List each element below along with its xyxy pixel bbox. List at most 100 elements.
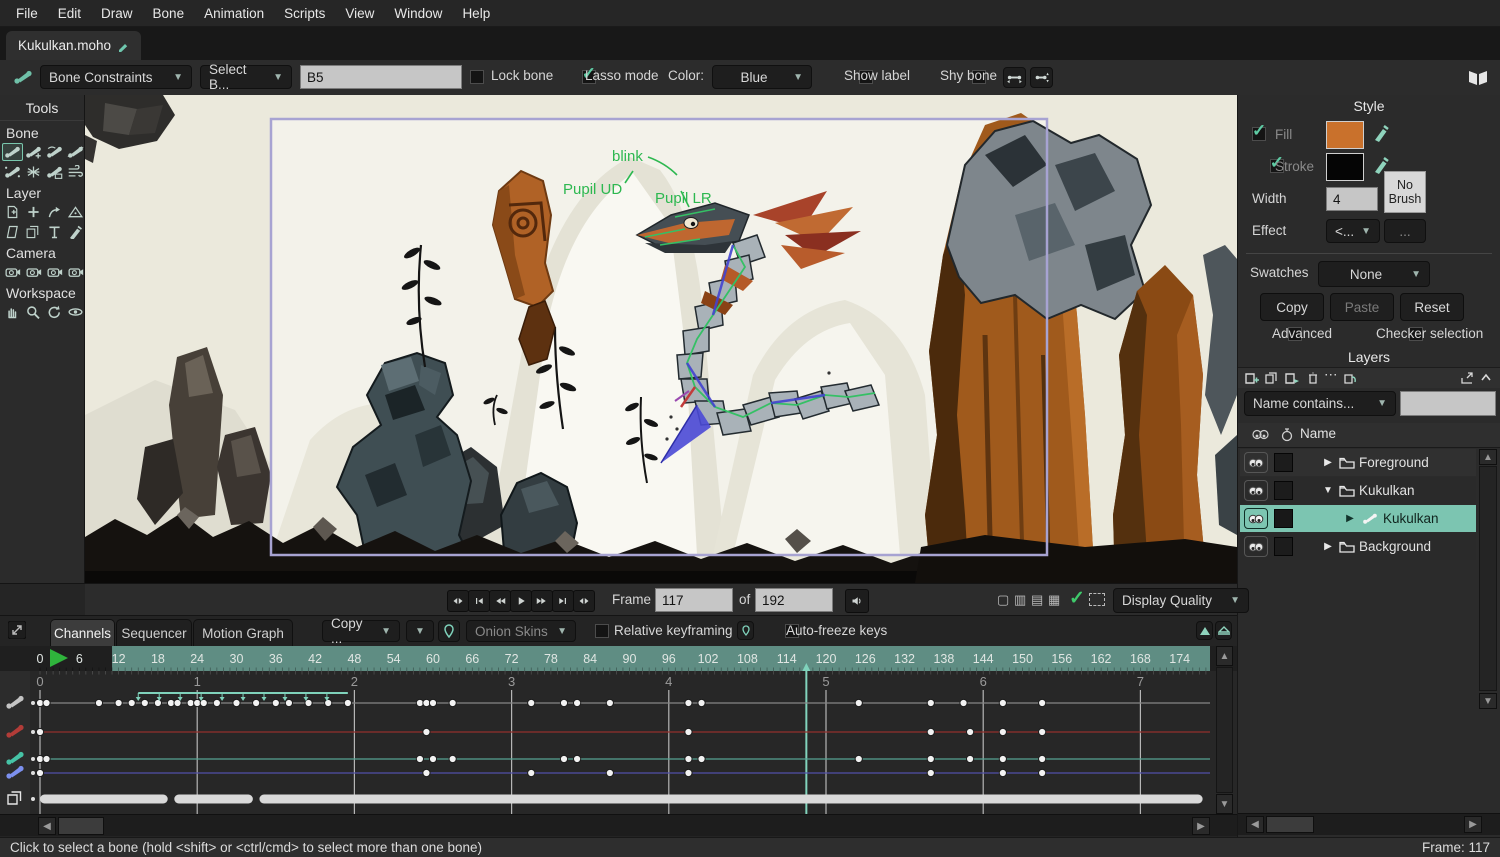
stroke-color-swatch[interactable] (1326, 153, 1364, 181)
lock-bone-checkbox[interactable] (470, 70, 484, 84)
no-brush-button[interactable]: No Brush (1384, 171, 1426, 213)
total-frames-input[interactable]: 192 (755, 588, 833, 612)
timeline-scroll-up-button[interactable]: ▲ (1216, 646, 1233, 666)
document-tab[interactable]: Kukulkan.moho (6, 31, 141, 60)
tool-camera-roll-button[interactable] (44, 263, 65, 281)
layer-filter-input[interactable] (1400, 391, 1496, 416)
view-split-horizontal-icon[interactable]: ▤ (1031, 593, 1043, 606)
copy-keyframes-dropdown[interactable]: Copy ... ▼ (322, 620, 400, 642)
tool-curvature-button[interactable] (44, 203, 65, 221)
view-split-vertical-icon[interactable]: ▥ (1014, 593, 1026, 606)
tool-freehand-button[interactable] (2, 223, 23, 241)
layer-channel-icon[interactable] (4, 790, 28, 808)
fill-color-swatch[interactable] (1326, 121, 1364, 149)
enable-drawing-check-icon[interactable]: ✓ (1069, 587, 1085, 610)
layers-vscrollbar[interactable] (1479, 466, 1497, 691)
bone-color-dropdown[interactable]: Blue ▼ (712, 65, 812, 89)
menu-item-animation[interactable]: Animation (194, 6, 274, 21)
layer-row-kukulkan-bone-selected[interactable]: ▶ Kukulkan (1240, 505, 1476, 532)
jump-start-button[interactable] (447, 590, 469, 612)
timeline-scroll-right-button[interactable]: ▶ (1192, 817, 1210, 835)
tool-bind-layer-button[interactable] (44, 163, 65, 181)
menu-item-window[interactable]: Window (384, 6, 452, 21)
timeline-scroll-left-button[interactable]: ◀ (38, 817, 56, 835)
tool-wind-force-button[interactable] (65, 163, 86, 181)
timeline-shrink-button[interactable] (1196, 621, 1213, 640)
tool-copy-layer-button[interactable] (23, 223, 44, 241)
layer-row-kukulkan-group[interactable]: ▼ Kukulkan (1240, 477, 1476, 504)
play-button[interactable] (510, 590, 532, 612)
style-reset-button[interactable]: Reset (1400, 293, 1464, 321)
effect-dropdown[interactable]: <... ▼ (1326, 219, 1380, 243)
tab-channels[interactable]: Channels (50, 619, 115, 646)
crop-region-icon[interactable] (1089, 593, 1105, 606)
tool-manipulate-bones-button[interactable] (2, 163, 23, 181)
step-forward-button[interactable] (531, 590, 553, 612)
delete-layer-trash-icon[interactable] (1306, 371, 1320, 385)
expand-timeline-icon[interactable] (8, 621, 26, 639)
timeline-ruler[interactable]: 0612182430364248546066727884909610210811… (0, 646, 1237, 671)
layer-filter-dropdown[interactable]: Name contains... ▼ (1244, 391, 1396, 416)
pop-out-icon[interactable] (1460, 371, 1474, 385)
step-back-button[interactable] (489, 590, 511, 612)
effect-more-button[interactable]: ... (1384, 219, 1426, 243)
layers-scroll-down-button[interactable]: ▼ (1479, 693, 1497, 709)
layers-hscrollbar[interactable]: ◀ ▶ (1238, 813, 1500, 835)
relative-keyframing-options-button[interactable] (737, 621, 754, 640)
expand-arrow-icon[interactable]: ▶ (1343, 513, 1357, 524)
visibility-toggle[interactable] (1244, 480, 1268, 501)
menu-item-view[interactable]: View (335, 6, 384, 21)
visibility-toggle[interactable] (1244, 536, 1268, 557)
menu-item-scripts[interactable]: Scripts (274, 6, 335, 21)
timeline-hscroll-thumb[interactable] (58, 817, 104, 835)
layer-color-swatch[interactable] (1274, 453, 1293, 472)
view-quad-icon[interactable]: ▦ (1048, 593, 1060, 606)
tool-mode-dropdown[interactable]: Bone Constraints ▼ (40, 65, 192, 89)
timeline-tracks[interactable]: 01234567 (0, 671, 1237, 814)
jump-end-button[interactable] (573, 590, 595, 612)
keyframe-options-dropdown[interactable]: ▼ (406, 620, 434, 642)
fill-eyedropper-icon[interactable] (1372, 123, 1390, 143)
reference-layer-icon[interactable] (1342, 371, 1358, 385)
timeline-hscrollbar[interactable]: ◀ ▶ (0, 814, 1237, 836)
tab-motion-graph[interactable]: Motion Graph (193, 619, 293, 646)
layers-scroll-up-button[interactable]: ▲ (1479, 449, 1497, 465)
library-book-icon[interactable] (1466, 68, 1490, 87)
tool-add-point-button[interactable] (23, 203, 44, 221)
timeline-scroll-down-button[interactable]: ▼ (1216, 794, 1233, 814)
swatches-dropdown[interactable]: None ▼ (1318, 261, 1430, 287)
tool-pan-workspace-button[interactable] (2, 303, 23, 321)
mute-audio-button[interactable] (845, 589, 869, 613)
collapse-panel-icon[interactable] (1480, 372, 1492, 384)
tool-camera-track-button[interactable] (2, 263, 23, 281)
layer-color-swatch[interactable] (1274, 537, 1293, 556)
menu-item-help[interactable]: Help (452, 6, 500, 21)
layer-color-swatch[interactable] (1274, 481, 1293, 500)
new-layer-icon[interactable] (1244, 371, 1260, 385)
tool-bone-dynamics-button[interactable] (23, 163, 44, 181)
tool-add-bone-button[interactable] (23, 143, 44, 161)
tool-reparent-bone-button[interactable] (44, 143, 65, 161)
next-keyframe-button[interactable] (552, 590, 574, 612)
tool-rotate-workspace-button[interactable] (44, 303, 65, 321)
layer-row-foreground[interactable]: ▶ Foreground (1240, 449, 1476, 476)
timeline-flatten-button[interactable] (1215, 621, 1232, 640)
current-frame-input[interactable]: 117 (655, 588, 733, 612)
select-bone-dropdown[interactable]: Select B... ▼ (200, 65, 292, 89)
layers-scroll-left-button[interactable]: ◀ (1246, 816, 1264, 833)
duplicate-layer-icon[interactable] (1264, 371, 1280, 385)
tool-new-layer-button[interactable] (2, 203, 23, 221)
style-paste-button[interactable]: Paste (1330, 293, 1394, 321)
menu-item-file[interactable]: File (6, 6, 48, 21)
prev-keyframe-button[interactable] (468, 590, 490, 612)
fill-checkbox[interactable]: ✓ (1252, 127, 1266, 141)
bone-label-pupil-ud[interactable]: Pupil UD (563, 181, 622, 198)
tool-orbit-workspace-button[interactable] (65, 303, 86, 321)
keyframe-marker-button[interactable] (438, 620, 460, 642)
bone-red-channel-icon[interactable] (4, 723, 28, 741)
menu-item-bone[interactable]: Bone (143, 6, 195, 21)
tool-camera-zoom-button[interactable] (23, 263, 44, 281)
bone-label-blink[interactable]: blink (612, 148, 643, 165)
tool-eyedropper-button[interactable] (65, 223, 86, 241)
expand-arrow-icon[interactable]: ▶ (1321, 457, 1335, 468)
